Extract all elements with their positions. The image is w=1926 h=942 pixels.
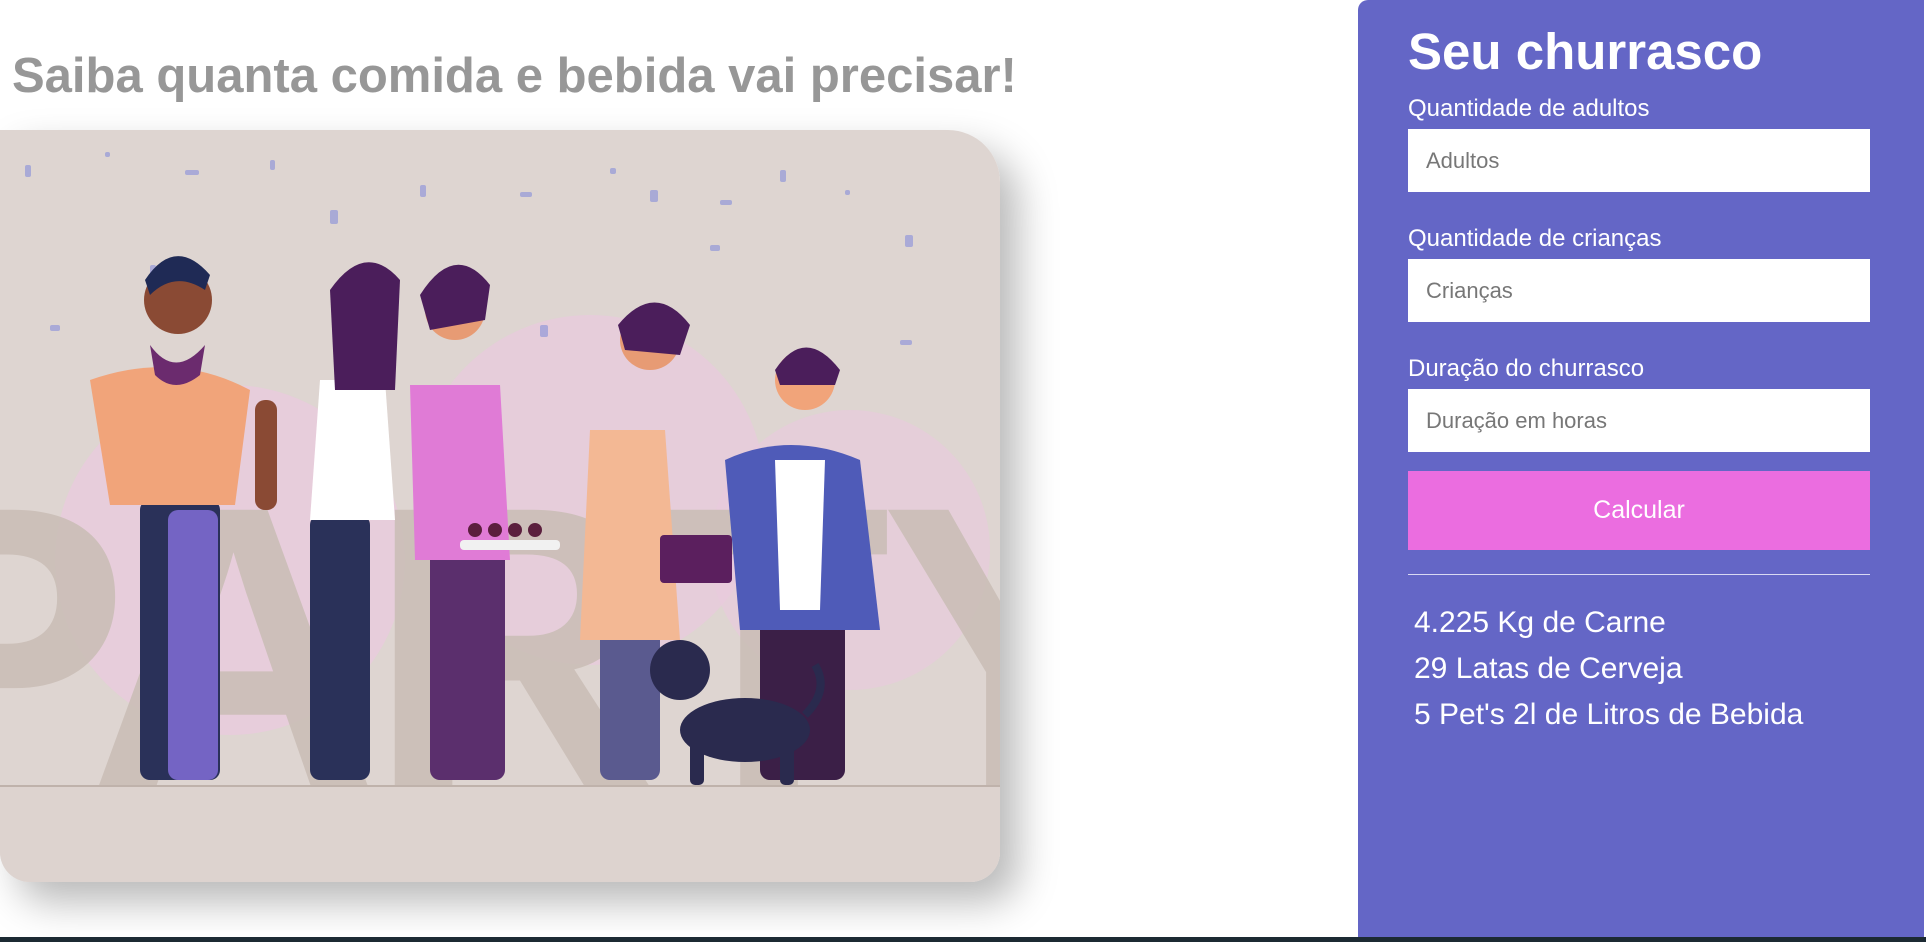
party-illustration-graphic: PARTY [0, 130, 1000, 882]
party-illustration: PARTY [0, 130, 1000, 882]
duration-input[interactable] [1408, 389, 1870, 452]
result-meat: 4.225 Kg de Carne [1414, 606, 1666, 639]
adults-label: Quantidade de adultos [1408, 95, 1650, 122]
bottom-strip [0, 937, 1926, 942]
results-divider [1408, 574, 1870, 575]
results-list: 4.225 Kg de Carne 29 Latas de Cerveja 5 … [1414, 600, 1803, 738]
children-input[interactable] [1408, 259, 1870, 322]
calculate-button[interactable]: Calcular [1408, 471, 1870, 550]
result-drinks: 5 Pet's 2l de Litros de Bebida [1414, 698, 1804, 731]
panel-title: Seu churrasco [1408, 23, 1763, 80]
page-headline: Saiba quanta comida e bebida vai precisa… [12, 49, 1017, 103]
children-label: Quantidade de crianças [1408, 225, 1662, 252]
duration-label: Duração do churrasco [1408, 355, 1645, 382]
result-beer: 29 Latas de Cerveja [1414, 652, 1683, 685]
churrasco-panel: Seu churrasco Quantidade de adultos Quan… [1358, 0, 1924, 940]
adults-input[interactable] [1408, 129, 1870, 192]
